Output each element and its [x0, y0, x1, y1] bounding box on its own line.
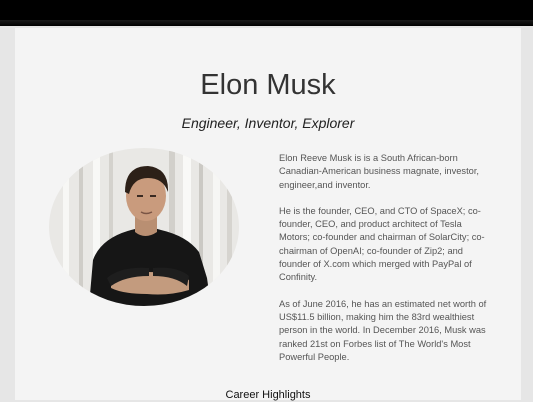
- bio-text: Elon Reeve Musk is is a South African-bo…: [279, 152, 489, 377]
- profile-panel: Elon Musk Engineer, Inventor, Explorer E: [15, 28, 521, 401]
- bio-paragraph: As of June 2016, he has an estimated net…: [279, 298, 487, 362]
- portrait-photo: [49, 148, 239, 306]
- top-bar-shadow: [0, 20, 533, 26]
- tagline: Engineer, Inventor, Explorer: [181, 115, 355, 131]
- bio-paragraph: Elon Reeve Musk is is a South African-bo…: [279, 153, 479, 190]
- top-bar: [0, 0, 533, 26]
- bio-paragraph: He is the founder, CEO, and CTO of Space…: [279, 205, 485, 283]
- page-title: Elon Musk: [200, 69, 336, 101]
